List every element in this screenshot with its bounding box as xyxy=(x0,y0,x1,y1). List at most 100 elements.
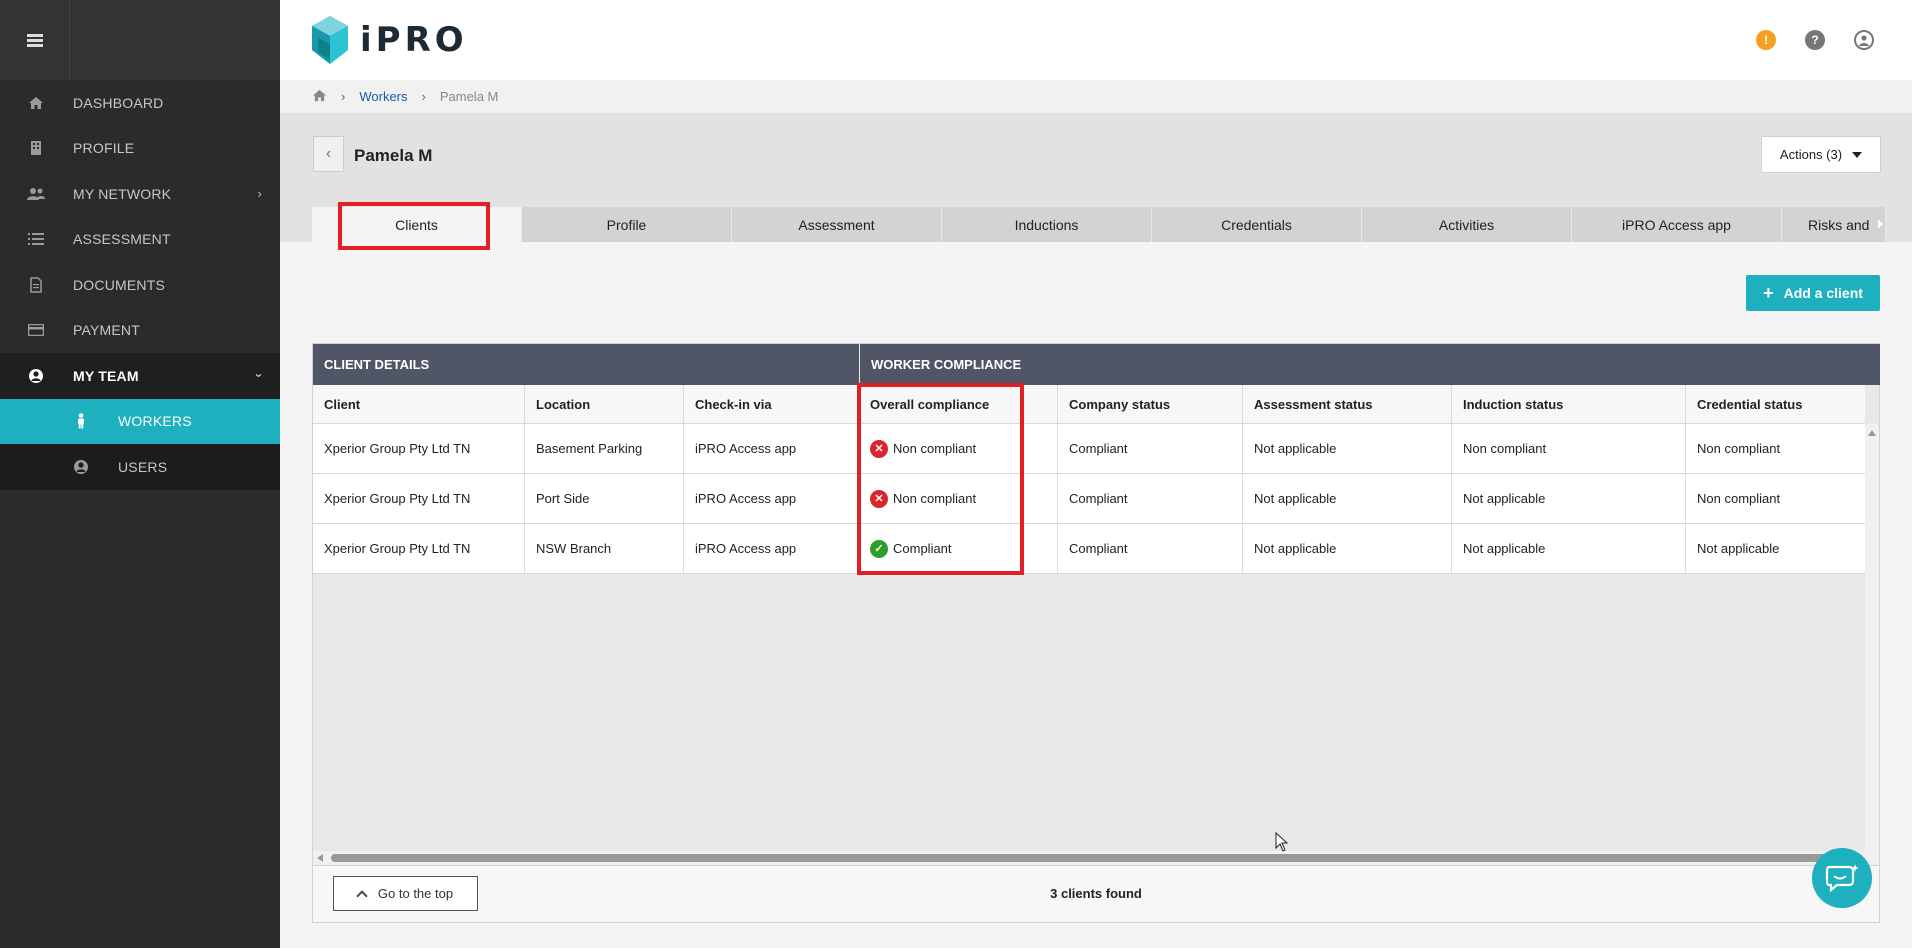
highlight-box-clients-tab xyxy=(338,202,490,250)
chevron-down-icon: › xyxy=(252,373,268,379)
table-cell: Compliant xyxy=(1058,424,1243,473)
table-cell: Compliant xyxy=(1058,524,1243,573)
table-footer: Go to the top 3 clients found xyxy=(313,865,1879,922)
tab-risks[interactable]: Risks and xyxy=(1782,207,1886,242)
sidebar-item-label: DASHBOARD xyxy=(73,94,164,111)
table-cell: Not applicable xyxy=(1452,524,1686,573)
sidebar-item-my-team[interactable]: MY TEAM › xyxy=(0,353,280,399)
column-header[interactable]: Induction status xyxy=(1452,385,1686,423)
home-icon[interactable] xyxy=(312,89,327,105)
table-cell: Not applicable xyxy=(1697,541,1780,556)
actions-dropdown[interactable]: Actions (3) xyxy=(1761,136,1881,173)
sidebar-item-payment[interactable]: PAYMENT xyxy=(0,308,280,354)
column-header[interactable]: Client xyxy=(313,385,525,423)
tab-activities[interactable]: Activities xyxy=(1362,207,1572,242)
column-header[interactable]: Credential status xyxy=(1686,385,1865,423)
notification-badge-icon[interactable]: ! xyxy=(1756,30,1776,50)
table-cell: Not applicable xyxy=(1452,474,1686,523)
breadcrumb-workers-link[interactable]: Workers xyxy=(359,89,407,104)
sidebar-item-label: WORKERS xyxy=(118,413,192,430)
breadcrumb-separator: › xyxy=(341,89,346,104)
user-circle-icon xyxy=(72,458,90,476)
table-cell: Basement Parking xyxy=(525,424,684,473)
tab-risks-label: Risks and xyxy=(1808,216,1870,233)
breadcrumb: › Workers › Pamela M xyxy=(280,80,1912,113)
table-cell: Not applicable xyxy=(1243,524,1452,573)
tab-profile[interactable]: Profile xyxy=(522,207,732,242)
scroll-left-icon[interactable] xyxy=(317,854,323,862)
breadcrumb-separator: › xyxy=(421,89,426,104)
scroll-up-icon[interactable] xyxy=(1868,430,1876,436)
tab-inductions[interactable]: Inductions xyxy=(942,207,1152,242)
page-header-band: ‹ Pamela M Actions (3) Clients Profile A… xyxy=(280,113,1912,242)
tab-scroll-right-icon[interactable] xyxy=(1878,219,1883,229)
table-cell: Non compliant xyxy=(1697,491,1781,506)
results-count: 3 clients found xyxy=(1050,886,1142,901)
add-client-button[interactable]: + Add a client xyxy=(1746,275,1880,311)
sidebar-item-documents[interactable]: DOCUMENTS xyxy=(0,262,280,308)
page-title: Pamela M xyxy=(354,146,433,165)
document-icon xyxy=(27,276,45,294)
sidebar-item-workers[interactable]: WORKERS xyxy=(0,398,280,444)
table-cell: NSW Branch xyxy=(525,524,684,573)
sidebar-item-my-network[interactable]: MY NETWORK › xyxy=(0,171,280,217)
horizontal-scrollbar-thumb[interactable] xyxy=(331,854,1831,862)
horizontal-scrollbar[interactable] xyxy=(313,851,1865,865)
menu-toggle-button[interactable] xyxy=(0,0,70,80)
sidebar-item-profile[interactable]: PROFILE xyxy=(0,126,280,172)
table-cell: Not applicable xyxy=(1243,424,1452,473)
tab-credentials[interactable]: Credentials xyxy=(1152,207,1362,242)
table-row[interactable]: Xperior Group Pty Ltd TN NSW Branch iPRO… xyxy=(313,524,1865,574)
table-cell: Non compliant xyxy=(1697,441,1781,456)
table-row[interactable]: Xperior Group Pty Ltd TN Basement Parkin… xyxy=(313,424,1865,474)
chevron-left-icon: ‹ xyxy=(325,145,332,162)
back-button[interactable]: ‹ xyxy=(313,136,344,172)
user-circle-icon xyxy=(27,367,45,385)
plus-icon: + xyxy=(1763,282,1774,303)
highlight-box-overall-compliance xyxy=(857,383,1024,575)
hamburger-icon xyxy=(26,33,43,47)
sidebar-item-label: PROFILE xyxy=(73,140,135,157)
ipro-logo-mark xyxy=(312,16,348,64)
column-header[interactable]: Location xyxy=(525,385,684,423)
sidebar-item-assessment[interactable]: ASSESSMENT xyxy=(0,217,280,263)
sidebar-item-users[interactable]: USERS xyxy=(0,444,280,490)
actions-label: Actions (3) xyxy=(1779,147,1843,162)
table-cell: iPRO Access app xyxy=(684,424,859,473)
table-cell: Xperior Group Pty Ltd TN xyxy=(313,524,525,573)
users-icon xyxy=(27,185,45,203)
tab-bar: Clients Profile Assessment Inductions Cr… xyxy=(312,207,1886,242)
group-header-client-details: CLIENT DETAILS xyxy=(313,344,859,385)
table-cell: Non compliant xyxy=(1452,424,1686,473)
logo-text: iPRO xyxy=(360,20,468,60)
ipro-logo[interactable]: iPRO xyxy=(312,16,468,64)
table-header-row: Client Location Check-in via Overall com… xyxy=(313,385,1865,424)
chat-support-button[interactable] xyxy=(1812,848,1872,908)
add-client-label: Add a client xyxy=(1783,285,1863,301)
credit-card-icon xyxy=(27,321,45,339)
chat-bubble-icon xyxy=(1825,864,1859,893)
breadcrumb-current: Pamela M xyxy=(439,89,499,104)
list-icon xyxy=(27,230,45,248)
table-cell: Not applicable xyxy=(1243,474,1452,523)
clients-table-panel: CLIENT DETAILS WORKER COMPLIANCE Client … xyxy=(312,343,1880,923)
table-cell: Xperior Group Pty Ltd TN xyxy=(313,474,525,523)
tab-assessment[interactable]: Assessment xyxy=(732,207,942,242)
column-header[interactable]: Assessment status xyxy=(1243,385,1452,423)
sidebar-item-label: ASSESSMENT xyxy=(73,231,171,248)
account-icon[interactable] xyxy=(1854,30,1874,50)
chevron-right-icon: › xyxy=(257,186,262,202)
vertical-scrollbar[interactable] xyxy=(1865,424,1879,894)
table-cell: iPRO Access app xyxy=(684,524,859,573)
sidebar-item-dashboard[interactable]: DASHBOARD xyxy=(0,80,280,126)
table-row[interactable]: Xperior Group Pty Ltd TN Port Side iPRO … xyxy=(313,474,1865,524)
person-icon xyxy=(72,412,90,430)
sidebar-item-label: MY TEAM xyxy=(73,367,139,384)
column-header[interactable]: Company status xyxy=(1058,385,1243,423)
help-icon[interactable]: ? xyxy=(1805,30,1825,50)
caret-down-icon xyxy=(1852,151,1863,158)
top-header: iPRO ! ? xyxy=(280,0,1912,80)
column-header[interactable]: Check-in via xyxy=(684,385,859,423)
sidebar-item-label: PAYMENT xyxy=(73,322,140,339)
tab-ipro-access-app[interactable]: iPRO Access app xyxy=(1572,207,1782,242)
